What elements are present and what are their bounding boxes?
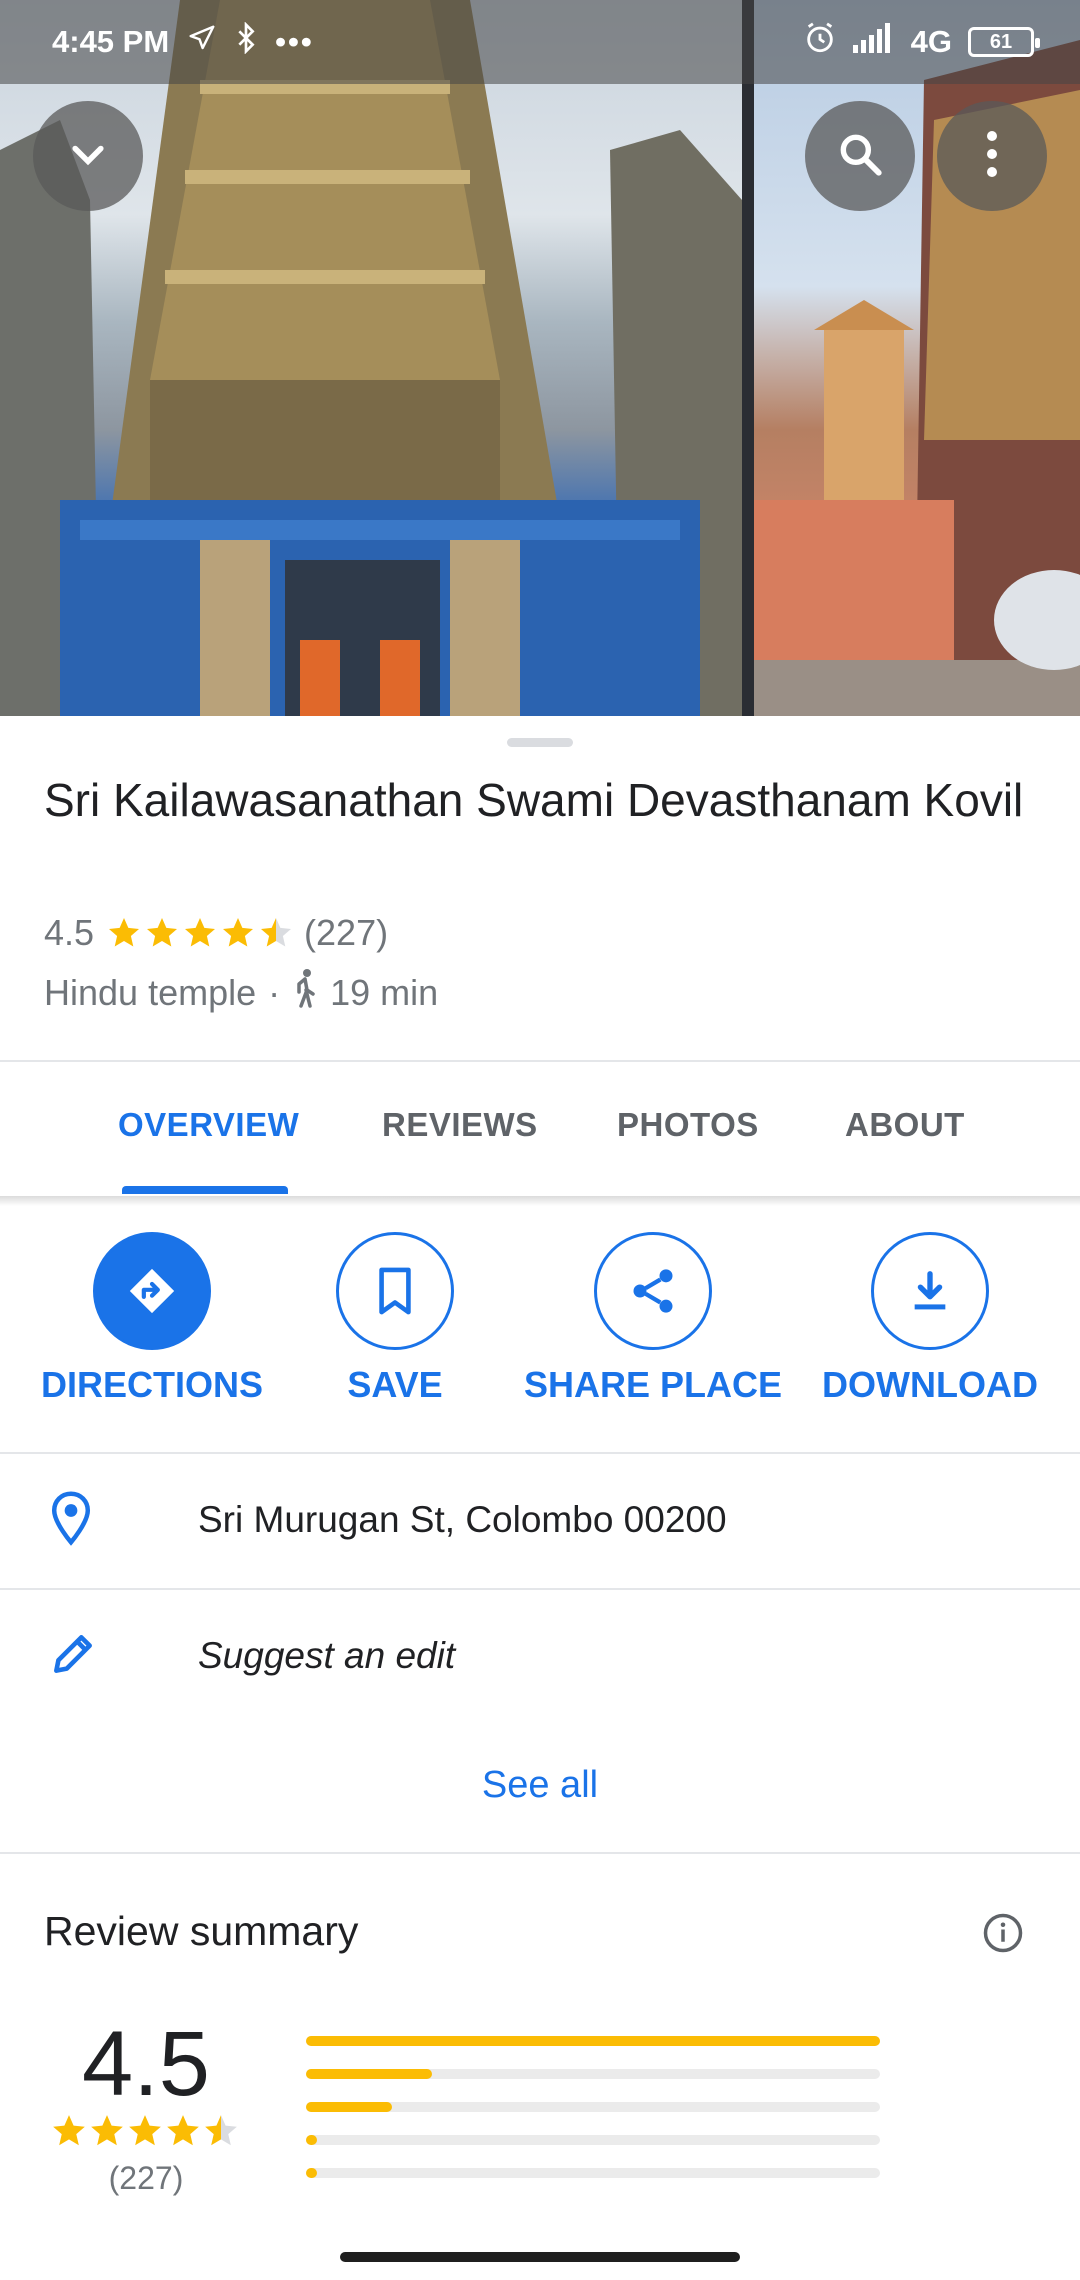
download-button[interactable]: DOWNLOAD bbox=[800, 1232, 1060, 1412]
place-rating-row[interactable]: 4.5 (227) bbox=[44, 912, 388, 954]
star-icon bbox=[223, 918, 254, 947]
rating-bar-fill bbox=[306, 2036, 880, 2046]
save-button[interactable]: SAVE bbox=[265, 1232, 525, 1412]
divider bbox=[0, 1852, 1080, 1854]
address-text: Sri Murugan St, Colombo 00200 bbox=[198, 1499, 727, 1540]
rating-bar-fill bbox=[306, 2102, 393, 2112]
location-arrow-icon bbox=[187, 23, 217, 61]
star-icon bbox=[205, 2115, 237, 2146]
directions-button[interactable]: DIRECTIONS bbox=[22, 1232, 282, 1412]
review-summary-stars bbox=[50, 2112, 240, 2150]
collapse-chevron-icon bbox=[66, 132, 110, 181]
tab-reviews[interactable]: REVIEWS bbox=[382, 1106, 538, 1144]
directions-label: DIRECTIONS bbox=[40, 1364, 263, 1405]
address-row[interactable]: Sri Murugan St, Colombo 00200 bbox=[0, 1454, 1080, 1586]
temple-photo-secondary[interactable] bbox=[754, 0, 1080, 716]
share-place-button[interactable]: SHARE PLACE bbox=[523, 1232, 783, 1412]
overflow-menu-icon bbox=[985, 129, 999, 184]
place-title: Sri Kailawasanathan Swami Devasthanam Ko… bbox=[44, 774, 1024, 826]
place-rating-value: 4.5 bbox=[44, 912, 95, 953]
signal-icon bbox=[852, 23, 895, 61]
review-summary-rating: 4.5 bbox=[82, 2013, 210, 2115]
download-label: DOWNLOAD bbox=[822, 1364, 1038, 1405]
suggest-edit-row[interactable]: Suggest an edit bbox=[0, 1590, 1080, 1722]
overflow-menu-button[interactable] bbox=[937, 101, 1047, 211]
suggest-edit-text: Suggest an edit bbox=[198, 1635, 456, 1676]
rating-bar-2-star bbox=[306, 2135, 880, 2145]
star-icon bbox=[53, 2115, 85, 2146]
travel-time: 19 min bbox=[330, 971, 439, 1013]
bookmark-icon bbox=[336, 1232, 454, 1350]
collapse-button[interactable] bbox=[33, 101, 143, 211]
share-place-label: SHARE PLACE bbox=[523, 1364, 783, 1405]
info-icon[interactable] bbox=[982, 1912, 1024, 1959]
more-dots-icon: ••• bbox=[275, 24, 314, 59]
pencil-icon bbox=[48, 1629, 98, 1684]
tab-about[interactable]: ABOUT bbox=[845, 1106, 965, 1144]
see-all-link[interactable]: See all bbox=[0, 1764, 1080, 1807]
star-icon bbox=[167, 2115, 199, 2146]
share-icon bbox=[594, 1232, 712, 1350]
alarm-icon bbox=[803, 21, 837, 63]
star-icon bbox=[129, 2115, 161, 2146]
directions-icon bbox=[93, 1232, 211, 1350]
rating-bar-fill bbox=[306, 2168, 318, 2178]
download-icon bbox=[871, 1232, 989, 1350]
tab-photos[interactable]: PHOTOS bbox=[617, 1106, 759, 1144]
review-summary-title: Review summary bbox=[44, 1908, 359, 1954]
battery-level: 61 bbox=[989, 30, 1013, 53]
rating-bar-5-star bbox=[306, 2036, 880, 2046]
star-icon bbox=[261, 918, 292, 947]
network-type: 4G bbox=[910, 24, 952, 59]
battery-icon: 61 bbox=[968, 27, 1040, 57]
star-icon bbox=[147, 918, 178, 947]
rating-bar-fill bbox=[306, 2135, 318, 2145]
review-summary-count: (227) bbox=[108, 2160, 184, 2196]
star-icon bbox=[109, 918, 140, 947]
save-label: SAVE bbox=[347, 1364, 443, 1405]
photo-carousel[interactable]: 4:45 PM ••• 4G 61 bbox=[0, 0, 1080, 716]
rating-distribution[interactable] bbox=[306, 2036, 880, 2201]
meta-separator: · bbox=[268, 971, 281, 1013]
search-icon bbox=[835, 129, 885, 184]
rating-bar-4-star bbox=[306, 2069, 880, 2079]
status-time: 4:45 PM bbox=[52, 24, 170, 59]
star-icon bbox=[91, 2115, 123, 2146]
rating-bar-3-star bbox=[306, 2102, 880, 2112]
place-review-count: (227) bbox=[304, 912, 389, 953]
home-indicator[interactable] bbox=[340, 2252, 740, 2262]
tab-overview[interactable]: OVERVIEW bbox=[118, 1106, 299, 1144]
rating-bar-fill bbox=[306, 2069, 433, 2079]
place-tabs[interactable]: OVERVIEW REVIEWS PHOTOS ABOUT bbox=[0, 1034, 1080, 1196]
rating-bar-1-star bbox=[306, 2168, 880, 2178]
search-button[interactable] bbox=[805, 101, 915, 211]
active-tab-indicator bbox=[122, 1186, 288, 1194]
walking-icon bbox=[292, 968, 318, 1017]
tabs-shadow bbox=[0, 1196, 1080, 1206]
place-category: Hindu temple bbox=[44, 971, 257, 1013]
star-icon bbox=[185, 918, 216, 947]
place-meta-row: Hindu temple · 19 min bbox=[44, 968, 438, 1017]
bluetooth-icon bbox=[235, 21, 257, 62]
place-star-rating bbox=[106, 915, 296, 951]
location-pin-icon bbox=[48, 1490, 94, 1551]
sheet-drag-handle[interactable] bbox=[507, 738, 573, 747]
status-bar: 4:45 PM ••• 4G 61 bbox=[0, 0, 1080, 84]
